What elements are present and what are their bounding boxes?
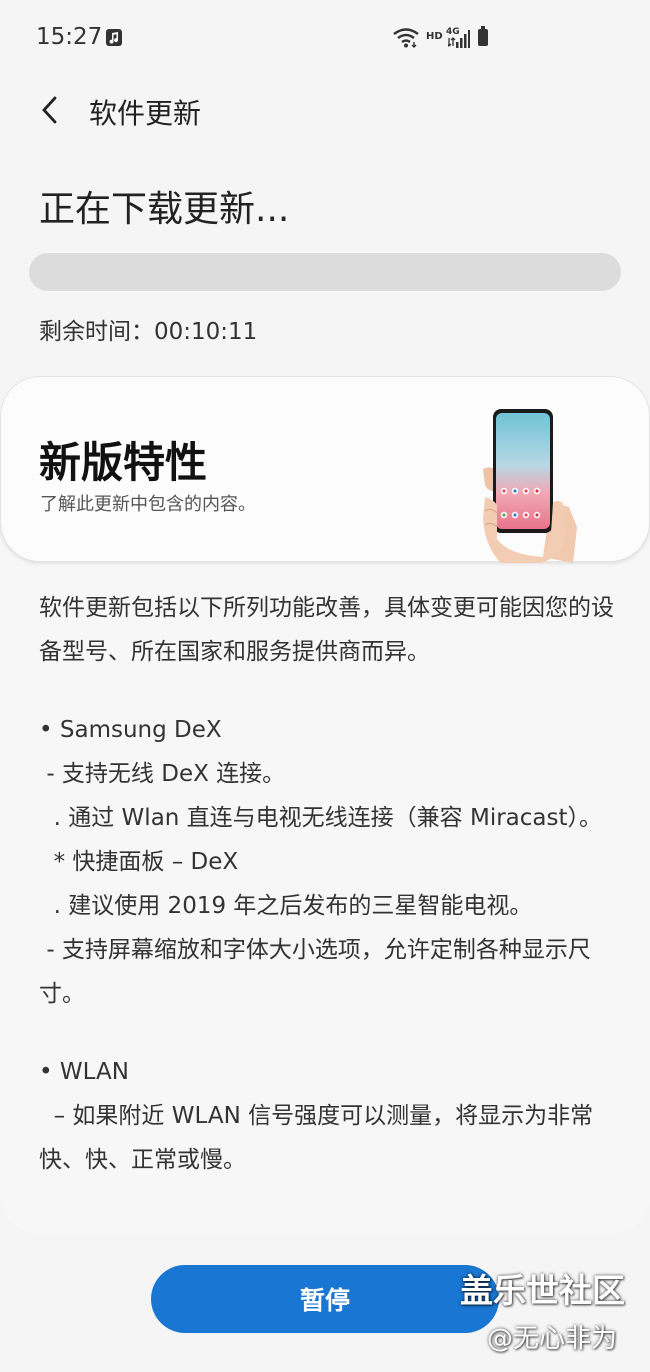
chevron-left-icon xyxy=(42,96,57,124)
remaining-time-label: 剩余时间： xyxy=(39,319,154,345)
pause-button[interactable]: 暂停 xyxy=(151,1265,499,1333)
release-note-line: • WLAN xyxy=(39,1059,129,1085)
release-note-line: – 如果附近 WLAN 信号强度可以测量，将显示为非常快、快、正常或慢。 xyxy=(39,1103,594,1173)
release-notes: 软件更新包括以下所列功能改善，具体变更可能因您的设备型号、所在国家和服务提供商而… xyxy=(39,586,619,1182)
release-notes-intro: 软件更新包括以下所列功能改善，具体变更可能因您的设备型号、所在国家和服务提供商而… xyxy=(39,595,614,665)
remaining-time: 剩余时间：00:10:11 xyxy=(39,312,257,346)
wifi-icon xyxy=(393,28,419,48)
whats-new-subtitle: 了解此更新中包含的内容。 xyxy=(40,494,256,515)
remaining-time-value: 00:10:11 xyxy=(154,319,258,345)
music-icon xyxy=(106,29,122,46)
download-progress-bar xyxy=(29,253,621,291)
status-time: 15:27 xyxy=(36,24,103,50)
whats-new-header: 新版特性 了解此更新中包含的内容。 xyxy=(0,376,650,563)
whats-new-card[interactable]: 新版特性 了解此更新中包含的内容。 软件更新包括以下所列功能改善，具体变更可能因… xyxy=(0,376,650,1234)
release-note-line: - 支持无线 DeX 连接。 xyxy=(39,761,286,787)
release-note-line: - 支持屏幕缩放和字体大小选项，允许定制各种显示尺寸。 xyxy=(39,937,591,1007)
back-button[interactable] xyxy=(28,88,72,132)
hd-indicator: HD xyxy=(426,31,443,42)
release-note-line: . 通过 Wlan 直连与电视无线连接（兼容 Miracast）。 xyxy=(39,805,603,831)
download-heading: 正在下载更新... xyxy=(39,189,290,230)
whats-new-title: 新版特性 xyxy=(39,438,208,487)
watermark-title: 盖乐世社区 xyxy=(460,1271,625,1310)
phone-in-hand-illustration xyxy=(483,409,577,563)
status-bar: 15:27 HD 4G xyxy=(0,0,650,80)
page-title: 软件更新 xyxy=(89,97,202,130)
watermark-author: @无心非为 xyxy=(487,1324,618,1354)
release-note-line: . 建议使用 2019 年之后发布的三星智能电视。 xyxy=(39,893,533,919)
release-note-line: * 快捷面板 – DeX xyxy=(39,849,239,875)
battery-icon xyxy=(478,26,488,46)
status-icons: HD 4G xyxy=(392,26,502,50)
signal-icon xyxy=(448,30,470,48)
release-note-line: • Samsung DeX xyxy=(39,717,222,743)
